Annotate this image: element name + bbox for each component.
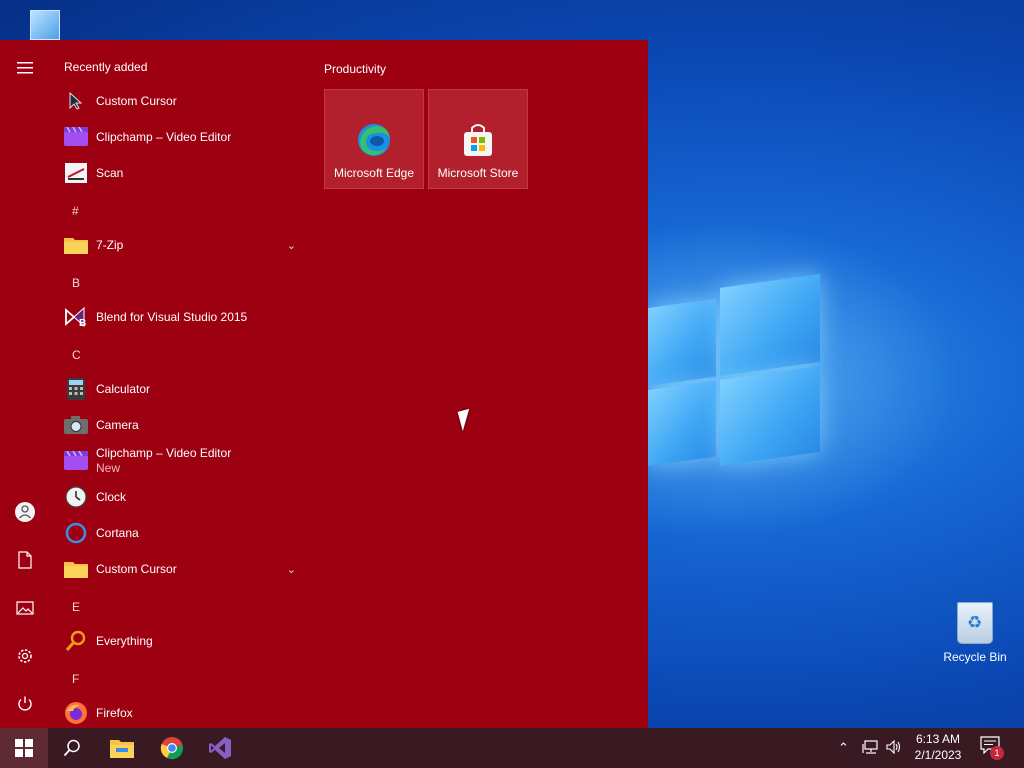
start-menu: Recently added Custom Cursor Clipchamp –… [0, 40, 648, 728]
section-letter-c[interactable]: C [72, 348, 81, 362]
app-item-clock[interactable]: Clock [50, 479, 306, 515]
taskbar-visual-studio[interactable] [196, 728, 244, 768]
app-label: Clipchamp – Video Editor [96, 129, 232, 144]
clock-icon [64, 485, 88, 509]
action-center-button[interactable]: 1 [980, 736, 1004, 760]
clock-time: 6:13 AM [915, 732, 961, 746]
blend-icon: B [64, 305, 88, 329]
volume-icon[interactable] [886, 739, 902, 757]
user-icon[interactable] [11, 498, 39, 526]
windows-start-icon [15, 739, 33, 757]
clipchamp-icon [64, 125, 88, 149]
chevron-up-icon[interactable]: ⌃ [838, 740, 849, 756]
recycle-bin-shortcut[interactable]: Recycle Bin [940, 602, 1010, 664]
app-item-blend[interactable]: B Blend for Visual Studio 2015 [50, 299, 306, 335]
app-label: Clipchamp – Video Editor [96, 446, 232, 460]
recently-added-header: Recently added [64, 60, 148, 74]
tile-microsoft-edge[interactable]: Microsoft Edge [324, 89, 424, 189]
search-button[interactable] [48, 728, 96, 768]
chevron-down-icon[interactable]: ⌄ [287, 239, 296, 252]
section-letter-b[interactable]: B [72, 276, 80, 290]
firefox-icon [64, 701, 88, 725]
folder-icon [64, 233, 88, 257]
app-item-custom-cursor-recent[interactable]: Custom Cursor [50, 83, 306, 119]
calculator-icon [64, 377, 88, 401]
wallpaper-windows-logo [648, 265, 823, 480]
tile-group-title[interactable]: Productivity [324, 62, 386, 76]
svg-text:B: B [79, 318, 86, 328]
new-badge: New [96, 461, 121, 475]
recycle-bin-icon [957, 602, 993, 644]
hamburger-menu-icon[interactable] [11, 54, 39, 82]
app-item-cortana[interactable]: Cortana [50, 515, 306, 551]
app-item-scan[interactable]: Scan [50, 155, 306, 191]
tile-label: Microsoft Store [437, 166, 519, 180]
clipchamp-icon [64, 449, 88, 473]
app-item-clipchamp-recent[interactable]: Clipchamp – Video Editor [50, 119, 306, 155]
start-rail [0, 40, 50, 728]
taskbar: ⌃ 6:13 AM 2/1/2023 1 [0, 728, 1024, 768]
network-icon[interactable] [862, 740, 880, 757]
app-label: Clock [96, 489, 127, 504]
app-label: Custom Cursor [96, 93, 177, 108]
section-letter-hash[interactable]: # [72, 204, 79, 218]
section-letter-e[interactable]: E [72, 600, 80, 614]
cortana-icon [64, 521, 88, 545]
file-explorer-icon [110, 740, 134, 758]
pictures-icon[interactable] [11, 594, 39, 622]
clock-date: 2/1/2023 [914, 748, 962, 762]
app-label: Everything [96, 633, 153, 648]
app-item-firefox[interactable]: Firefox [50, 695, 306, 731]
power-icon[interactable] [11, 690, 39, 718]
app-label: Cortana [96, 525, 139, 540]
documents-icon[interactable] [11, 546, 39, 574]
taskbar-chrome[interactable] [148, 728, 196, 768]
app-label: Calculator [96, 381, 151, 396]
taskbar-file-explorer[interactable] [98, 728, 146, 768]
section-letter-f[interactable]: F [72, 672, 79, 686]
search-magnifier-icon [64, 629, 88, 653]
app-item-clipchamp[interactable]: Clipchamp – Video Editor New [50, 443, 306, 479]
tile-label: Microsoft Edge [333, 166, 415, 180]
app-label: 7-Zip [96, 237, 124, 252]
camera-icon [64, 413, 88, 437]
desktop-computer-icon[interactable] [30, 10, 60, 40]
recycle-bin-label: Recycle Bin [943, 650, 1007, 664]
tile-microsoft-store[interactable]: Microsoft Store [428, 89, 528, 189]
edge-icon [358, 124, 390, 156]
start-button[interactable] [0, 728, 48, 768]
notification-badge: 1 [990, 746, 1004, 760]
app-item-camera[interactable]: Camera [50, 407, 306, 443]
chrome-icon [160, 737, 183, 760]
settings-gear-icon[interactable] [11, 642, 39, 670]
folder-icon [64, 557, 88, 581]
app-label: Scan [96, 165, 124, 180]
app-item-everything[interactable]: Everything [50, 623, 306, 659]
app-label: Firefox [96, 705, 133, 720]
cursor-arrow-icon [64, 89, 88, 113]
chevron-down-icon[interactable]: ⌄ [287, 563, 296, 576]
app-item-7zip[interactable]: 7-Zip ⌄ [50, 227, 306, 263]
clock-display[interactable]: 6:13 AM 2/1/2023 [904, 731, 972, 763]
app-label: Custom Cursor [96, 561, 177, 576]
app-label: Blend for Visual Studio 2015 [96, 309, 248, 324]
store-icon [464, 124, 492, 156]
search-icon [63, 739, 80, 757]
app-item-calculator[interactable]: Calculator [50, 371, 306, 407]
app-list: Recently added Custom Cursor Clipchamp –… [50, 40, 310, 728]
visual-studio-icon [209, 737, 231, 759]
app-label: Camera [96, 417, 139, 432]
scan-icon [64, 161, 88, 185]
app-item-custom-cursor-folder[interactable]: Custom Cursor ⌄ [50, 551, 306, 587]
